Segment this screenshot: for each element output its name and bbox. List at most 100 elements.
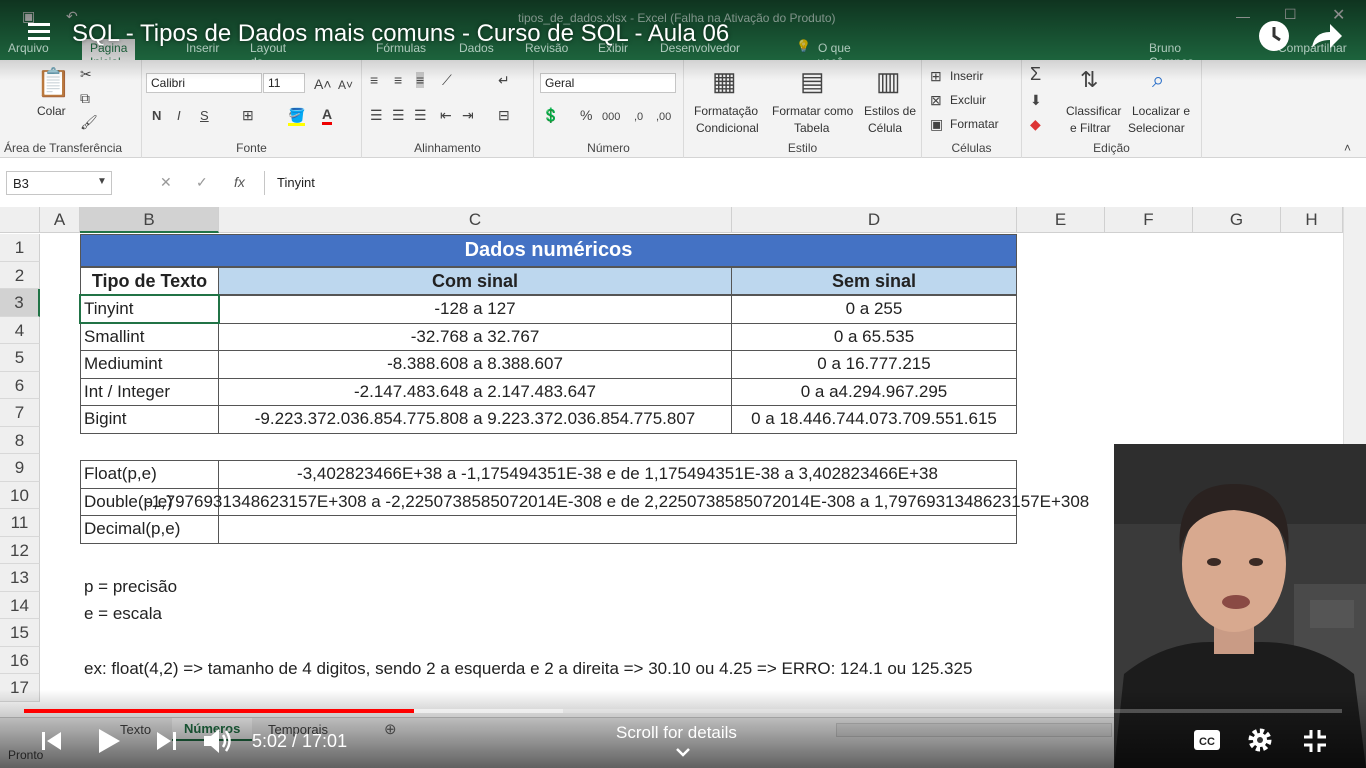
col-header-d[interactable]: D (732, 207, 1017, 233)
row-header-5[interactable]: 5 (0, 344, 40, 372)
format-painter-icon[interactable]: 🖌 (80, 114, 98, 130)
align-right-icon[interactable]: ☰ (414, 107, 427, 123)
scroll-for-details[interactable]: Scroll for details (616, 723, 737, 743)
orientation-icon[interactable]: ⟋ (442, 72, 452, 88)
header-tipo[interactable]: Tipo de Texto (80, 267, 219, 295)
autosum-icon[interactable]: Σ (1030, 65, 1041, 83)
menu-icon[interactable] (28, 22, 50, 40)
unsigned-range-cell[interactable]: 0 a 18.446.744.073.709.551.615 (731, 405, 1017, 434)
row-header-11[interactable]: 11 (0, 509, 40, 537)
align-bottom-icon[interactable]: ≡ (416, 72, 425, 88)
cell-styles-line1[interactable]: Estilos de (864, 104, 916, 118)
row-header-13[interactable]: 13 (0, 564, 40, 592)
unsigned-range-cell[interactable]: 0 a a4.294.967.295 (731, 377, 1017, 406)
insert-cells-button[interactable]: Inserir (950, 69, 983, 83)
col-header-g[interactable]: G (1193, 207, 1281, 233)
unsigned-range-cell[interactable]: 0 a 65.535 (731, 322, 1017, 351)
minimize-window-icon[interactable]: — (1236, 8, 1250, 24)
format-cells-icon[interactable]: ▣ (930, 116, 943, 132)
font-size-select[interactable]: 11 (263, 73, 305, 93)
float-type-cell[interactable]: Float(p,e) (80, 460, 219, 489)
wrap-text-icon[interactable]: ↵ (498, 72, 510, 88)
col-header-e[interactable]: E (1017, 207, 1105, 233)
row-header-12[interactable]: 12 (0, 536, 40, 564)
unsigned-range-cell[interactable]: 0 a 255 (731, 295, 1017, 324)
share-icon[interactable] (1310, 22, 1344, 50)
type-cell[interactable]: Smallint (80, 322, 219, 351)
accounting-icon[interactable]: 💲 (542, 107, 559, 123)
settings-gear-icon[interactable] (1246, 726, 1274, 754)
cell-styles-icon[interactable]: ▥ (876, 66, 901, 96)
cancel-entry-icon[interactable]: ✕ (160, 174, 172, 191)
cut-icon[interactable]: ✂ (80, 66, 92, 82)
find-select-line2[interactable]: Selecionar (1128, 121, 1185, 135)
delete-cells-button[interactable]: Excluir (950, 93, 986, 107)
tab-arquivo[interactable]: Arquivo (8, 41, 49, 55)
fill-color-icon[interactable]: 🪣 (288, 107, 306, 126)
signed-range-cell[interactable]: -32.768 a 32.767 (218, 322, 732, 351)
col-header-h[interactable]: H (1281, 207, 1343, 233)
sheet-tab-texto[interactable]: Texto (120, 722, 151, 737)
play-icon[interactable] (96, 727, 122, 755)
find-select-line1[interactable]: Localizar e (1132, 104, 1190, 118)
underline-button[interactable]: S (200, 108, 209, 124)
type-cell[interactable]: Bigint (80, 405, 219, 434)
previous-icon[interactable] (40, 729, 64, 753)
sort-filter-line2[interactable]: e Filtrar (1070, 121, 1111, 135)
col-header-c[interactable]: C (219, 207, 732, 233)
sort-filter-line1[interactable]: Classificar (1066, 104, 1121, 118)
italic-button[interactable]: I (177, 108, 181, 124)
row-header-3[interactable]: 3 (0, 289, 40, 317)
formula-input[interactable]: Tinyint (264, 171, 1360, 195)
row-header-4[interactable]: 4 (0, 316, 40, 344)
font-color-icon[interactable]: A (322, 106, 333, 125)
align-middle-icon[interactable]: ≡ (394, 72, 402, 88)
volume-icon[interactable] (202, 726, 234, 756)
note-precision[interactable]: p = precisão (84, 573, 177, 600)
row-header-1[interactable]: 1 (0, 234, 40, 262)
captions-icon[interactable]: CC (1193, 729, 1221, 751)
type-cell[interactable]: Int / Integer (80, 377, 219, 406)
paste-button[interactable]: Colar (37, 104, 66, 118)
name-box-dropdown-icon[interactable]: ▼ (97, 176, 107, 187)
progress-track[interactable] (24, 709, 1342, 713)
insert-function-icon[interactable]: fx (234, 174, 245, 190)
row-header-14[interactable]: 14 (0, 591, 40, 619)
align-top-icon[interactable]: ≡ (370, 72, 378, 88)
watch-later-icon[interactable] (1258, 20, 1290, 52)
signed-range-cell[interactable]: -9.223.372.036.854.775.808 a 9.223.372.0… (218, 405, 732, 434)
float-range-cell[interactable]: -3,402823466E+38 a -1,175494351E-38 e de… (218, 460, 1017, 489)
grow-font-icon[interactable]: A˄ (314, 76, 332, 92)
row-header-10[interactable]: 10 (0, 481, 40, 509)
table-title[interactable]: Dados numéricos (80, 234, 1017, 267)
collapse-ribbon-icon[interactable]: ˄ (1344, 140, 1351, 156)
percent-icon[interactable]: % (580, 107, 592, 123)
signed-range-cell[interactable]: -2.147.483.648 a 2.147.483.647 (218, 377, 732, 406)
row-header-2[interactable]: 2 (0, 261, 40, 289)
add-sheet-icon[interactable]: ⊕ (384, 720, 397, 738)
fill-icon[interactable]: ⬇ (1030, 92, 1042, 108)
float-type-cell[interactable]: Decimal(p,e) (80, 515, 219, 544)
signed-range-cell[interactable]: -8.388.608 a 8.388.607 (218, 350, 732, 379)
header-com-sinal[interactable]: Com sinal (218, 267, 732, 295)
float-range-cell[interactable] (218, 515, 1017, 544)
type-cell[interactable]: Tinyint (80, 295, 219, 324)
align-center-icon[interactable]: ☰ (392, 107, 405, 123)
conditional-format-line1[interactable]: Formatação (694, 104, 758, 118)
next-icon[interactable] (154, 729, 178, 753)
row-header-7[interactable]: 7 (0, 399, 40, 427)
header-sem-sinal[interactable]: Sem sinal (731, 267, 1017, 295)
conditional-format-icon[interactable]: ▦ (712, 66, 737, 96)
shrink-font-icon[interactable]: A˅ (338, 77, 353, 93)
copy-icon[interactable]: ⧉ (80, 90, 90, 106)
paste-icon[interactable]: 📋 (36, 68, 71, 98)
number-format-select[interactable]: Geral (540, 73, 676, 93)
format-cells-button[interactable]: Formatar (950, 117, 999, 131)
cell-styles-line2[interactable]: Célula (868, 121, 902, 135)
bold-button[interactable]: N (152, 108, 161, 124)
increase-decimal-icon[interactable]: ,0 (634, 109, 643, 125)
delete-cells-icon[interactable]: ⊠ (930, 92, 942, 108)
insert-cells-icon[interactable]: ⊞ (930, 68, 942, 84)
borders-icon[interactable]: ⊞ (242, 107, 254, 123)
chevron-down-icon[interactable] (675, 745, 691, 757)
